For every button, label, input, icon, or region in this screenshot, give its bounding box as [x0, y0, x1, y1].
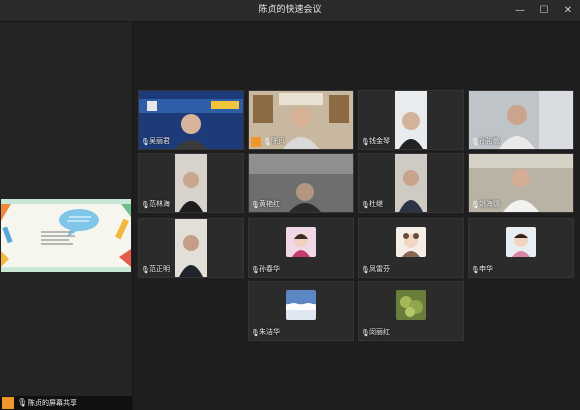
- participant-name: 孙裕敏: [479, 137, 500, 145]
- host-badge-icon: [251, 137, 261, 147]
- screen-share-label-bar: 🎙 陈贞的屏幕共享: [0, 396, 132, 410]
- participant-tile[interactable]: 🎙 吴丽君: [138, 90, 244, 150]
- microphone-icon: 🎙: [17, 398, 28, 407]
- minimize-icon[interactable]: —: [508, 0, 532, 21]
- participant-name: 闵丽红: [369, 328, 390, 336]
- participant-tile[interactable]: 🎙 黄艳红: [248, 153, 354, 213]
- maximize-icon[interactable]: ☐: [532, 0, 556, 21]
- participant-name: 申华: [479, 265, 493, 273]
- screen-share-thumbnail[interactable]: [1, 199, 131, 272]
- participant-name: 姚海娜: [479, 200, 500, 208]
- avatar: [286, 227, 316, 257]
- participant-tile[interactable]: 🎙 申华: [468, 218, 574, 278]
- participant-tile[interactable]: 🎙 凤雷芬: [358, 218, 464, 278]
- participant-name: 钱金琴: [369, 137, 390, 145]
- participant-tile[interactable]: 🎙 杜继: [358, 153, 464, 213]
- window-title: 陈贞的快速会议: [258, 5, 322, 15]
- participant-name: 范正明: [149, 265, 170, 273]
- participant-tile[interactable]: 🎙 范正明: [138, 218, 244, 278]
- participant-grid: 🎙 吴丽君 🎙 陈贞 🎙 钱金琴 🎙 孙裕敏 🎙 范林海 🎙 黄艳红 🎙 杜继 …: [133, 22, 580, 410]
- participant-tile[interactable]: 🎙 闵丽红: [358, 281, 464, 341]
- title-bar: 陈贞的快速会议 — ☐ ✕: [0, 0, 580, 22]
- screen-share-panel: 🎙 陈贞的屏幕共享: [0, 22, 133, 410]
- shared-slide-image: [1, 199, 131, 272]
- participant-name: 吴丽君: [149, 137, 170, 145]
- close-icon[interactable]: ✕: [556, 0, 580, 21]
- avatar: [506, 227, 536, 257]
- participant-tile[interactable]: 🎙 孙春华: [248, 218, 354, 278]
- participant-name: 范林海: [149, 200, 170, 208]
- participant-name: 陈贞: [271, 137, 285, 145]
- participant-tile[interactable]: 🎙 范林海: [138, 153, 244, 213]
- participant-name: 杜继: [369, 200, 383, 208]
- avatar: [396, 227, 426, 257]
- participant-tile[interactable]: 🎙 朱洁华: [248, 281, 354, 341]
- participant-name: 黄艳红: [259, 200, 280, 208]
- participant-tile[interactable]: 🎙 钱金琴: [358, 90, 464, 150]
- participant-tile[interactable]: 🎙 陈贞: [248, 90, 354, 150]
- screen-share-label: 陈贞的屏幕共享: [28, 399, 77, 407]
- participant-name: 孙春华: [259, 265, 280, 273]
- participant-name: 凤雷芬: [369, 265, 390, 273]
- avatar: [396, 290, 426, 320]
- participant-tile[interactable]: 🎙 姚海娜: [468, 153, 574, 213]
- participant-tile[interactable]: 🎙 孙裕敏: [468, 90, 574, 150]
- avatar: [286, 290, 316, 320]
- host-badge-icon: [2, 397, 14, 409]
- participant-name: 朱洁华: [259, 328, 280, 336]
